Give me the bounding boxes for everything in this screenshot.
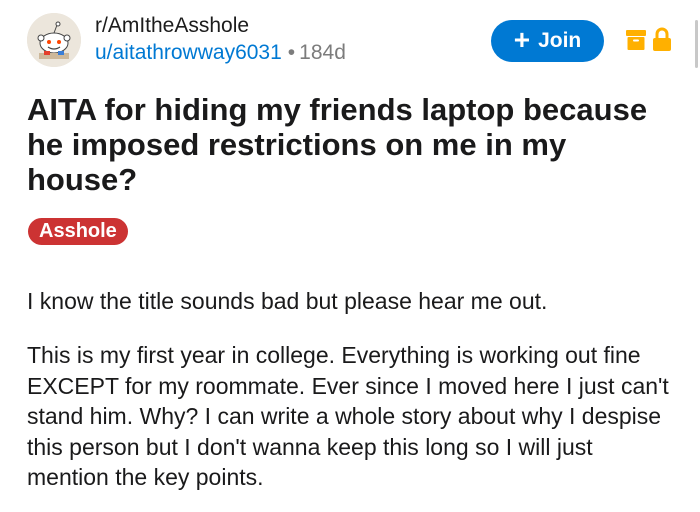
post-body-paragraph: This is my first year in college. Everyt… (27, 342, 669, 490)
post-header: r/AmItheAsshole u/aitathrowway6031 • 184d … (0, 0, 700, 80)
snoo-icon (27, 13, 81, 67)
post-title[interactable]: AITA for hiding my friends laptop becaus… (27, 92, 677, 197)
subreddit-avatar[interactable] (27, 13, 81, 67)
post-meta: u/aitathrowway6031 • 184d (95, 40, 346, 66)
plus-icon: + (513, 23, 531, 55)
join-label: Join (538, 29, 582, 52)
post-flair[interactable]: Asshole (28, 218, 128, 245)
subreddit-name[interactable]: r/AmItheAsshole (95, 13, 249, 39)
scrollbar[interactable] (695, 20, 698, 68)
meta-separator: • (287, 41, 296, 64)
archive-box-icon (626, 30, 646, 50)
lock-icon (653, 27, 671, 51)
author-link[interactable]: u/aitathrowway6031 (95, 41, 282, 64)
join-button[interactable]: + Join (491, 20, 604, 62)
post-body-paragraph: I know the title sounds bad but please h… (27, 288, 548, 314)
post-age: 184d (299, 41, 346, 64)
